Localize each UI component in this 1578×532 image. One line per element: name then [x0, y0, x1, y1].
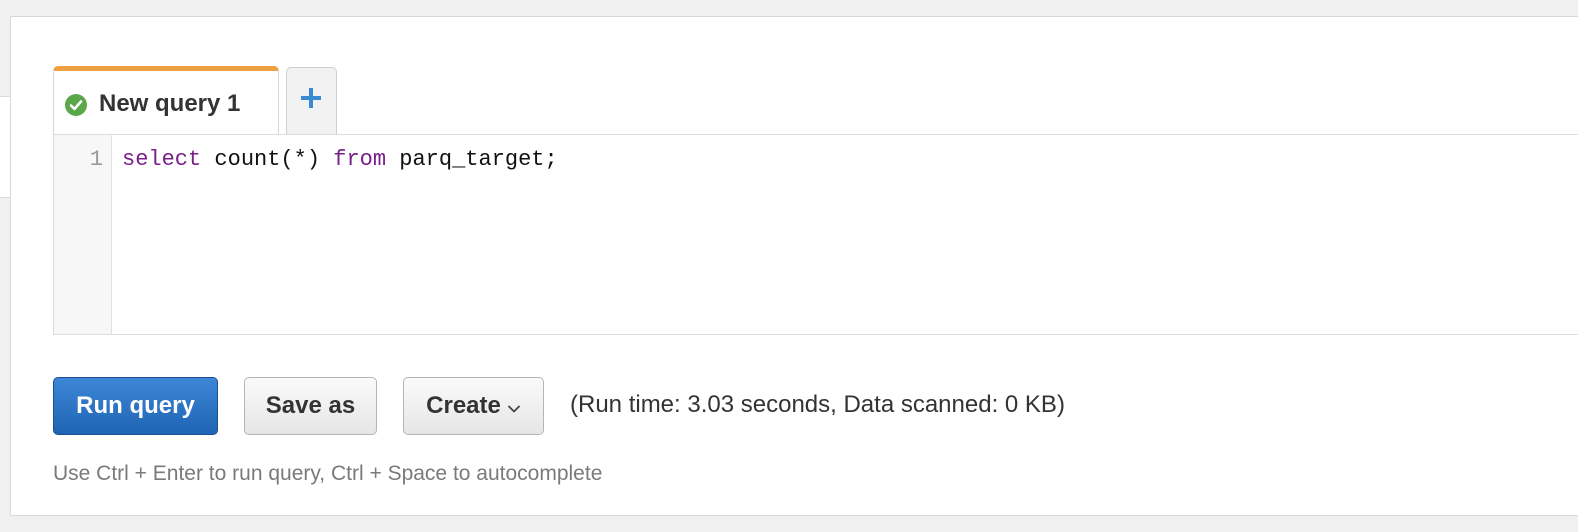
keyboard-hint: Use Ctrl + Enter to run query, Ctrl + Sp… [53, 462, 603, 485]
code-token-keyword: from [333, 147, 387, 172]
query-editor-panel: New query 1 1 select count(*) from parq_… [10, 16, 1578, 516]
code-line[interactable]: select count(*) from parq_target; [122, 147, 558, 172]
save-as-button[interactable]: Save as [244, 377, 377, 435]
check-circle-icon [65, 94, 87, 116]
code-token-keyword: select [122, 147, 202, 172]
sql-editor[interactable]: 1 select count(*) from parq_target; [53, 134, 1578, 335]
line-number: 1 [89, 147, 103, 172]
tab-new-query-1[interactable]: New query 1 [53, 66, 279, 136]
code-token: parq_target; [386, 147, 558, 172]
add-tab-button[interactable] [286, 67, 337, 136]
create-label: Create [426, 392, 501, 419]
tab-label: New query 1 [99, 90, 241, 117]
code-token: count(*) [201, 147, 334, 172]
run-query-button[interactable]: Run query [53, 377, 218, 435]
create-dropdown-button[interactable]: Create [403, 377, 544, 435]
line-gutter: 1 [54, 135, 112, 334]
chevron-down-icon [507, 379, 521, 435]
plus-icon [299, 86, 323, 110]
run-stats-text: (Run time: 3.03 seconds, Data scanned: 0… [570, 391, 1065, 418]
